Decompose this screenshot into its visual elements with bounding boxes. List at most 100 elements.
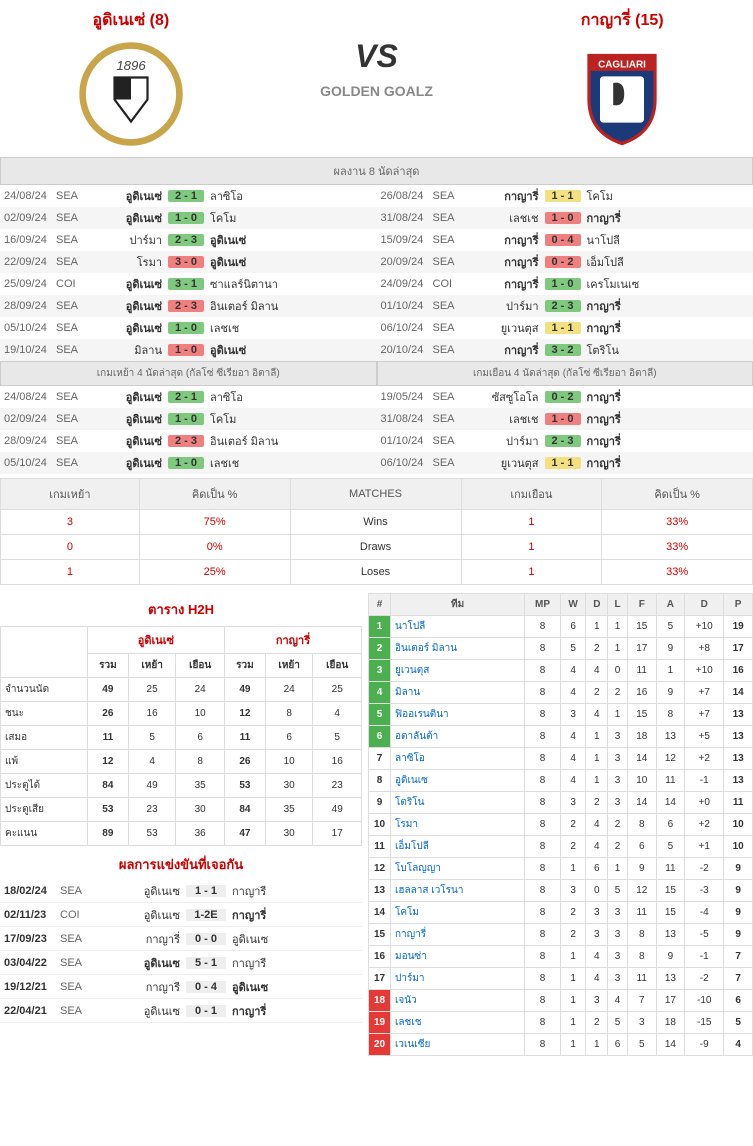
match-away: อูดิเนเซ่ xyxy=(204,253,304,271)
match-date: 19/05/24 xyxy=(377,391,433,403)
match-home: อูดิเนเซ่ xyxy=(88,410,168,428)
match-away: นาโปลี xyxy=(581,231,681,249)
h2h-row: แพ้1248261016 xyxy=(1,750,362,774)
match-home: กาญารี่ xyxy=(465,231,545,249)
match-away: โคโม xyxy=(204,209,304,227)
standings-team[interactable]: อูดิเนเซ xyxy=(391,770,525,792)
standings-team[interactable]: โรมา xyxy=(391,814,525,836)
match-date: 16/09/24 xyxy=(0,234,56,246)
last8-away-list: 26/08/24 SEA กาญารี่ 1 - 1 โคโม31/08/24 … xyxy=(377,185,753,361)
match-date: 25/09/24 xyxy=(0,278,56,290)
standings-team[interactable]: เอ็มโปลี xyxy=(391,836,525,858)
h2h-matches-list: 18/02/24SEAอูดิเนเซ1 - 1กาญารี02/11/23CO… xyxy=(0,879,362,1023)
match-row: 05/10/24 SEA อูดิเนเซ่ 1 - 0 เลชเช xyxy=(0,452,377,474)
match-home: ปาร์มา xyxy=(465,297,545,315)
match-home: อูดิเนเซ่ xyxy=(88,275,168,293)
standings-team[interactable]: โคโม xyxy=(391,902,525,924)
standings-team[interactable]: ปาร์มา xyxy=(391,968,525,990)
standings-table: #ทีมMPWDLFADP 1นาโปลี8611155+10192อินเตอ… xyxy=(368,593,753,1056)
stats-h-pct1: คิดเป็น % xyxy=(139,479,290,510)
standings-team[interactable]: ลาซิโอ xyxy=(391,748,525,770)
standings-team[interactable]: เวเนเซีย xyxy=(391,1034,525,1056)
home4-header: เกมเหย้า 4 นัดล่าสุด (กัลโซ่ ซีเรียอา อิ… xyxy=(0,361,377,386)
standings-team[interactable]: เฮลลาส เวโรนา xyxy=(391,880,525,902)
match-comp: SEA xyxy=(56,413,88,425)
standings-team[interactable]: ฟิออเรนตินา xyxy=(391,704,525,726)
match-home: อูดิเนเซ่ xyxy=(88,432,168,450)
match-home: กาญารี่ xyxy=(465,253,545,271)
match-home: เลชเช xyxy=(465,410,545,428)
standings-row: 20เวเนเซีย8116514-94 xyxy=(369,1034,753,1056)
standings-team[interactable]: อินเตอร์ มิลาน xyxy=(391,638,525,660)
match-row: 01/10/24 SEA ปาร์มา 2 - 3 กาญารี่ xyxy=(377,295,753,317)
h2h-match-row: 18/02/24SEAอูดิเนเซ1 - 1กาญารี xyxy=(0,879,362,903)
standings-team[interactable]: โบโลญญา xyxy=(391,858,525,880)
match-away: ลาซิโอ xyxy=(204,388,304,406)
match-score: 1 - 1 xyxy=(545,190,581,202)
match-row: 05/10/24 SEA อูดิเนเซ่ 1 - 0 เลชเช xyxy=(0,317,377,339)
match-home: ซัสซูโอโล xyxy=(465,388,545,406)
match-home: กาญารี่ xyxy=(465,275,545,293)
standings-row: 14โคโม82331115-49 xyxy=(369,902,753,924)
match-header: อูดิเนเซ่ (8) 1896 VS GOLDEN GOALZ กาญาร… xyxy=(0,0,753,157)
stats-row: 125%Loses133% xyxy=(1,560,753,585)
home-team-logo: 1896 xyxy=(76,39,186,149)
match-date: 19/10/24 xyxy=(0,344,56,356)
match-away: อินเตอร์ มิลาน xyxy=(204,432,304,450)
standings-team[interactable]: กาญารี่ xyxy=(391,924,525,946)
match-row: 02/09/24 SEA อูดิเนเซ่ 1 - 0 โคโม xyxy=(0,408,377,430)
svg-text:CAGLIARI: CAGLIARI xyxy=(598,60,646,71)
match-score: 1 - 0 xyxy=(168,344,204,356)
match-home: อูดิเนเซ่ xyxy=(88,297,168,315)
standings-row: 17ปาร์มา81431113-27 xyxy=(369,968,753,990)
h2h-match-row: 02/11/23COIอูดิเนเซ1-2Eกาญารี่ xyxy=(0,903,362,927)
match-comp: SEA xyxy=(433,190,465,202)
stats-h-pct2: คิดเป็น % xyxy=(602,479,753,510)
match-score: 2 - 3 xyxy=(168,435,204,447)
stats-row: 375%Wins133% xyxy=(1,510,753,535)
match-date: 06/10/24 xyxy=(377,457,433,469)
match-date: 28/09/24 xyxy=(0,435,56,447)
standings-team[interactable]: มิลาน xyxy=(391,682,525,704)
match-away: โคโม xyxy=(204,410,304,428)
stats-h-away: เกมเยือน xyxy=(461,479,602,510)
match-score: 1 - 0 xyxy=(545,413,581,425)
standings-team[interactable]: เจนัว xyxy=(391,990,525,1012)
h2h-team2: กาญารี่ xyxy=(224,627,361,654)
match-row: 28/09/24 SEA อูดิเนเซ่ 2 - 3 อินเตอร์ มิ… xyxy=(0,430,377,452)
h2h-row: ประตูเสีย532330843549 xyxy=(1,798,362,822)
standings-team[interactable]: ยูเวนตุส xyxy=(391,660,525,682)
standings-team[interactable]: มอนซ่า xyxy=(391,946,525,968)
h2h-row: ชนะ2616101284 xyxy=(1,702,362,726)
match-score: 1 - 0 xyxy=(545,278,581,290)
h2h-match-row: 17/09/23SEAกาญารี่0 - 0อูดิเนเซ xyxy=(0,927,362,951)
stats-h-matches: MATCHES xyxy=(290,479,461,510)
home-team-block: อูดิเนเซ่ (8) 1896 xyxy=(8,8,254,149)
left-col: ตาราง H2H อูดิเนเซ่ กาญารี่ รวมเหย้าเยือ… xyxy=(0,593,362,1056)
standings-team[interactable]: โตริโน xyxy=(391,792,525,814)
match-row: 01/10/24 SEA ปาร์มา 2 - 3 กาญารี่ xyxy=(377,430,753,452)
standings-row: 19เลชเช8125318-155 xyxy=(369,1012,753,1034)
match-row: 26/08/24 SEA กาญารี่ 1 - 1 โคโม xyxy=(377,185,753,207)
match-date: 01/10/24 xyxy=(377,300,433,312)
match-row: 31/08/24 SEA เลชเช 1 - 0 กาญารี่ xyxy=(377,408,753,430)
match-score: 0 - 2 xyxy=(545,256,581,268)
match-score: 3 - 2 xyxy=(545,344,581,356)
match-date: 31/08/24 xyxy=(377,413,433,425)
match-comp: SEA xyxy=(433,435,465,447)
h2h-match-row: 22/04/21SEAอูดิเนเซ0 - 1กาญารี่ xyxy=(0,999,362,1023)
match-row: 28/09/24 SEA อูดิเนเซ่ 2 - 3 อินเตอร์ มิ… xyxy=(0,295,377,317)
standings-team[interactable]: นาโปลี xyxy=(391,616,525,638)
standings-team[interactable]: เลชเช xyxy=(391,1012,525,1034)
last8-wrap: 24/08/24 SEA อูดิเนเซ่ 2 - 1 ลาซิโอ02/09… xyxy=(0,185,753,361)
match-comp: SEA xyxy=(433,344,465,356)
away-team-logo: CAGLIARI xyxy=(567,39,677,149)
match-score: 2 - 3 xyxy=(545,435,581,447)
match-away: เครโมเนเซ xyxy=(581,275,681,293)
match-comp: COI xyxy=(433,278,465,290)
away-team-name: กาญารี่ (15) xyxy=(499,8,745,33)
match-away: เลชเช xyxy=(204,454,304,472)
match-date: 26/08/24 xyxy=(377,190,433,202)
match-row: 19/10/24 SEA มิลาน 1 - 0 อูดิเนเซ่ xyxy=(0,339,377,361)
standings-team[interactable]: อตาลันต้า xyxy=(391,726,525,748)
